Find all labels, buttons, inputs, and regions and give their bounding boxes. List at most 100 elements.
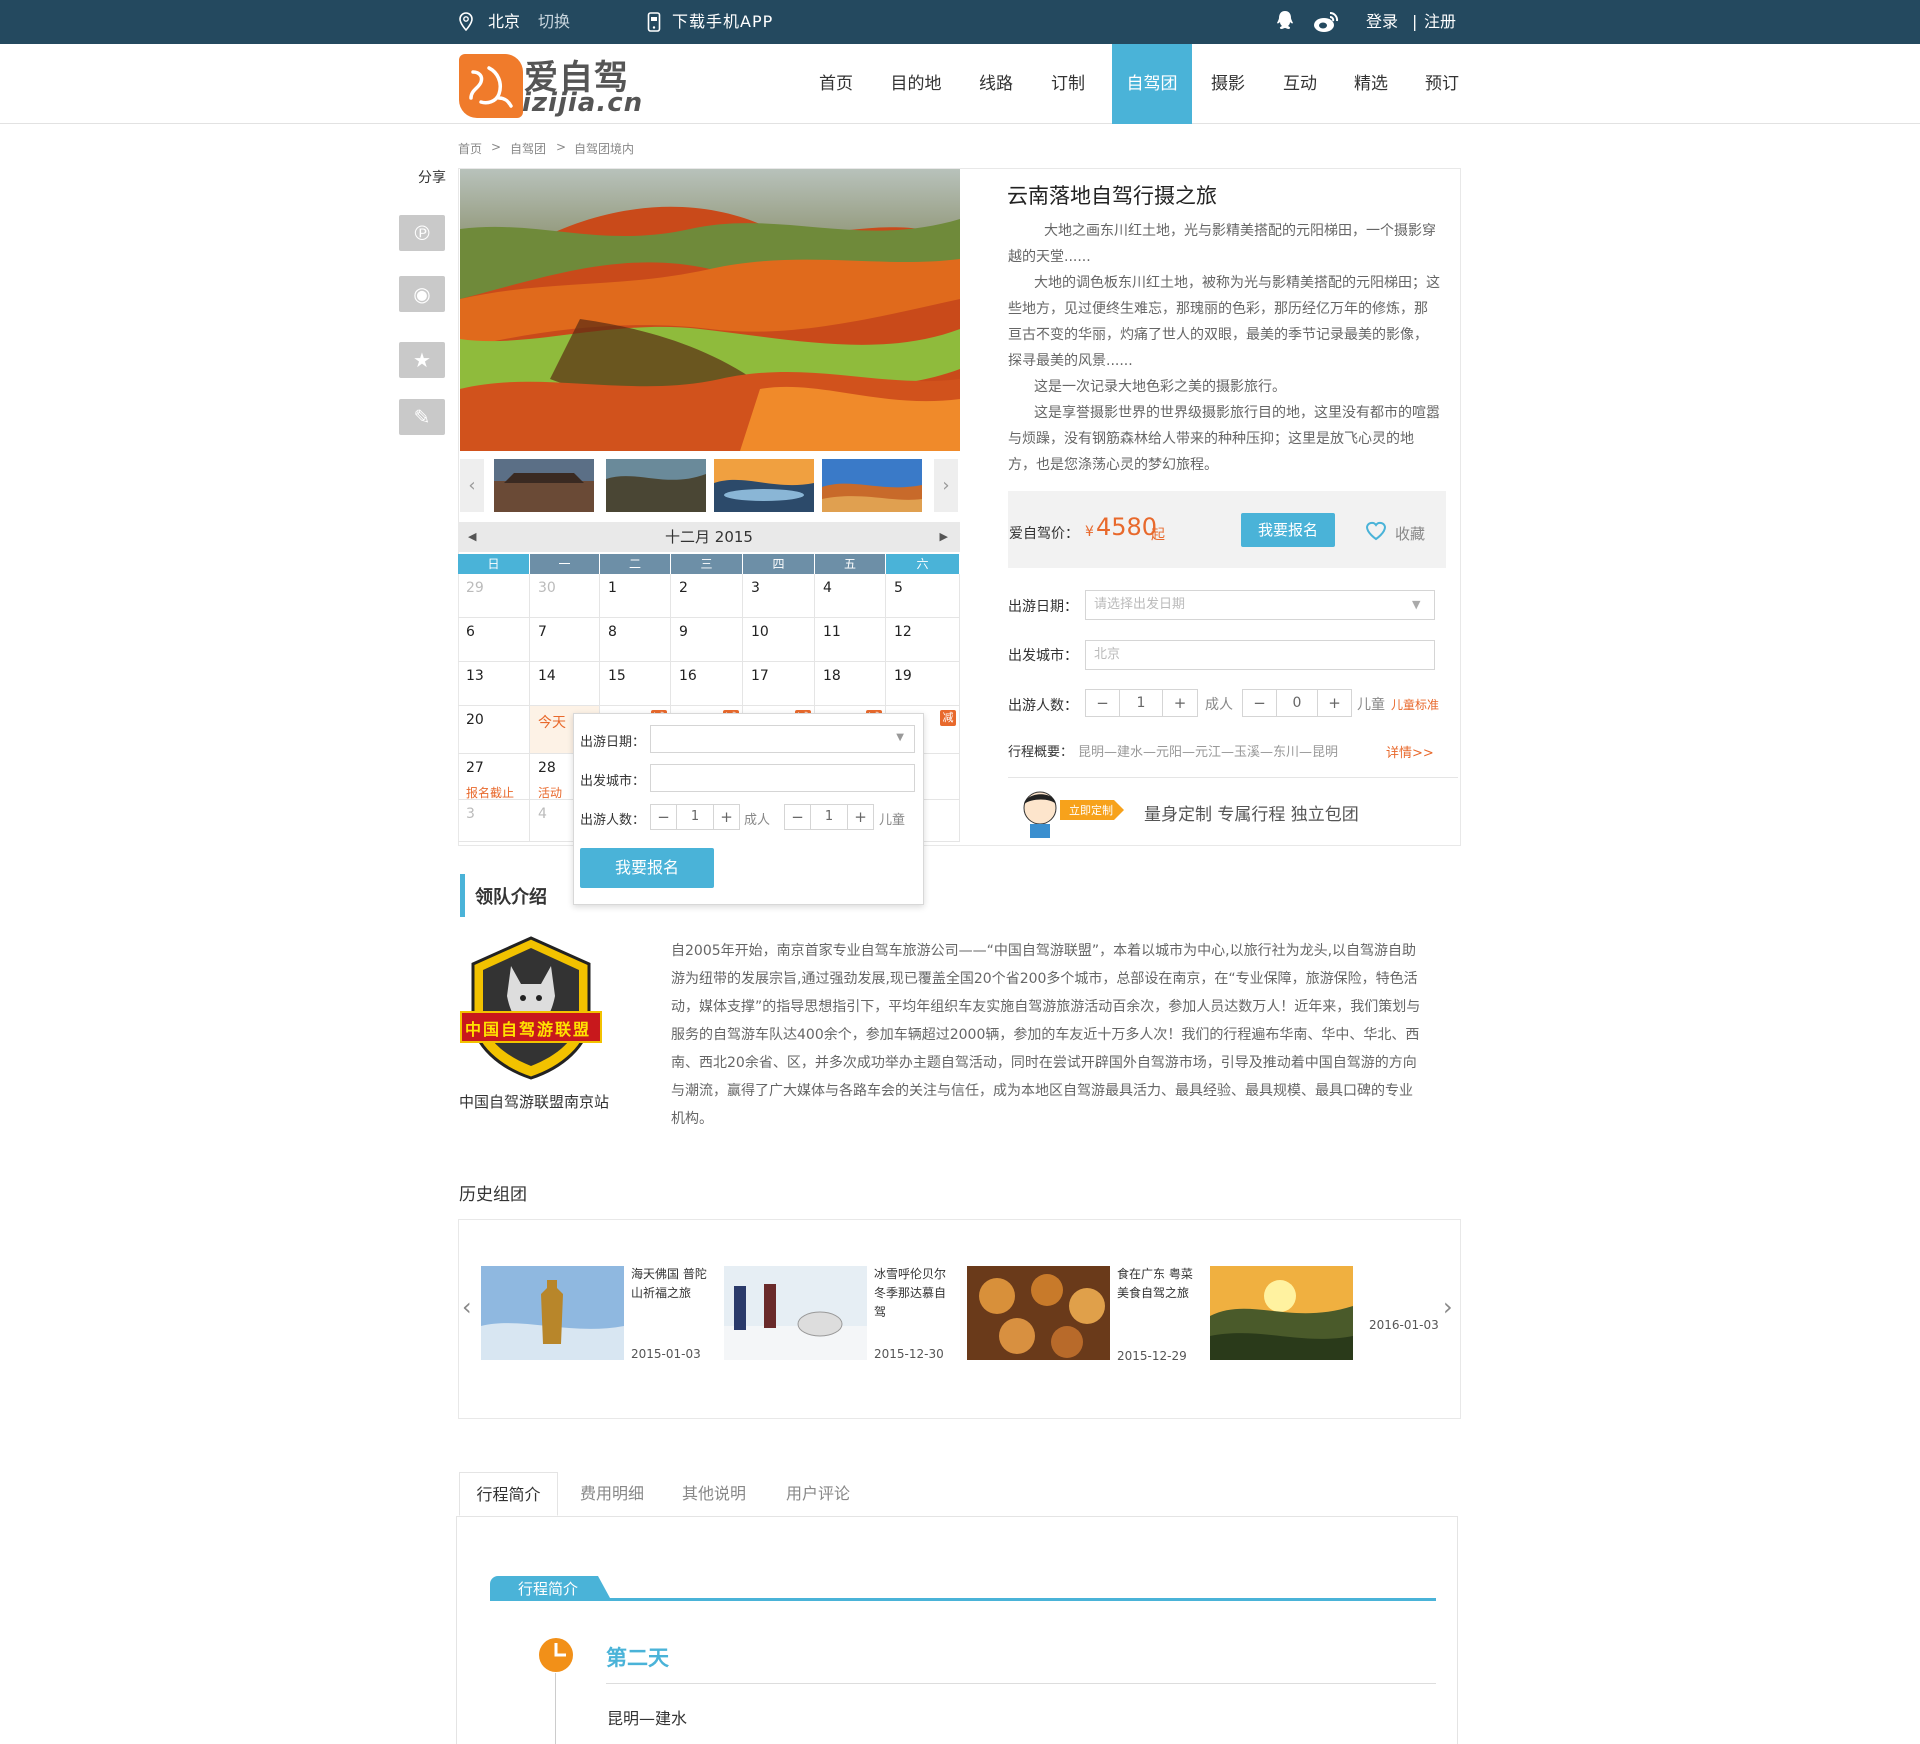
nav-interaction[interactable]: 互动	[1270, 44, 1330, 124]
history-item-name[interactable]: 食在广东 粤菜美食自驾之旅	[1117, 1265, 1199, 1303]
calendar-day[interactable]: 27 报名截止	[458, 754, 530, 800]
logo-text-en[interactable]: izijia.cn	[522, 88, 643, 118]
history-next-arrow[interactable]: ›	[1443, 1293, 1453, 1321]
share-favorite-star-icon[interactable]: ★	[399, 342, 445, 378]
login-link[interactable]: 登录	[1366, 0, 1398, 44]
minus-icon[interactable]: −	[651, 805, 677, 829]
history-prev-arrow[interactable]: ‹	[462, 1293, 472, 1321]
main-photo-red-earth	[460, 169, 960, 451]
history-item-name[interactable]: 冰雪呼伦贝尔 冬季那达慕自驾	[874, 1265, 956, 1322]
nav-featured[interactable]: 精选	[1341, 44, 1401, 124]
thumbnail-4[interactable]	[822, 459, 922, 512]
nav-photography[interactable]: 摄影	[1198, 44, 1258, 124]
switch-city-link[interactable]: 切换	[538, 0, 570, 44]
calendar-day[interactable]: 2	[671, 574, 743, 618]
minus-icon[interactable]: −	[1243, 690, 1277, 716]
favorite-label[interactable]: 收藏	[1395, 523, 1425, 544]
breadcrumb-group[interactable]: 自驾团	[510, 140, 546, 157]
popup-city-label: 出发城市：	[580, 774, 646, 789]
tab-other-notes[interactable]: 其他说明	[668, 1472, 760, 1516]
calendar-day[interactable]: 16	[671, 662, 743, 706]
calendar-day[interactable]: 17	[743, 662, 815, 706]
calendar-day[interactable]: 1	[600, 574, 671, 618]
signup-button[interactable]: 我要报名	[1241, 513, 1335, 547]
plus-icon[interactable]: +	[1162, 690, 1197, 716]
history-image-3[interactable]	[967, 1266, 1110, 1360]
thumbnail-2[interactable]	[606, 459, 706, 512]
plus-icon[interactable]: +	[1317, 690, 1351, 716]
share-tencent-icon[interactable]: ℗	[399, 215, 445, 251]
plus-icon[interactable]: +	[713, 805, 739, 829]
adult-count[interactable]: 1	[1120, 690, 1162, 716]
calendar-day[interactable]: 12	[886, 618, 960, 662]
calendar-day[interactable]: 6	[458, 618, 530, 662]
child-count[interactable]: 0	[1277, 690, 1317, 716]
popup-date-select[interactable]: ▼	[650, 725, 915, 753]
calendar-day[interactable]: 15	[600, 662, 671, 706]
popup-child-stepper[interactable]: − 1 +	[784, 804, 874, 830]
thumbnail-1[interactable]	[494, 459, 594, 512]
nav-route[interactable]: 线路	[966, 44, 1026, 124]
calendar-day[interactable]: 30	[530, 574, 600, 618]
download-app-link[interactable]: 下载手机APP	[672, 0, 773, 44]
customize-badge[interactable]: 立即定制	[1069, 802, 1113, 818]
current-city: 北京	[488, 12, 521, 31]
heart-icon[interactable]	[1364, 519, 1388, 541]
share-weibo-icon[interactable]: ◉	[399, 276, 445, 312]
child-stepper[interactable]: − 0 +	[1242, 689, 1352, 717]
plus-icon[interactable]: +	[847, 805, 873, 829]
weibo-icon[interactable]	[1312, 10, 1340, 34]
clock-icon	[539, 1638, 573, 1672]
logo-mark[interactable]	[459, 54, 523, 118]
calendar-day[interactable]: 3	[458, 800, 530, 842]
thumbnail-3[interactable]	[714, 459, 814, 512]
customize-slogan[interactable]: 量身定制 专属行程 独立包团	[1144, 800, 1359, 825]
child-standard-link[interactable]: 儿童标准	[1391, 696, 1439, 713]
calendar-day[interactable]: 19	[886, 662, 960, 706]
minus-icon[interactable]: −	[785, 805, 811, 829]
departure-date-select[interactable]: 请选择出发日期	[1085, 590, 1435, 620]
history-image-1[interactable]	[481, 1266, 624, 1360]
popup-signup-button[interactable]: 我要报名	[580, 848, 714, 888]
history-image-2[interactable]	[724, 1266, 867, 1360]
calendar-day[interactable]: 10	[743, 618, 815, 662]
calendar-day[interactable]: 7	[530, 618, 600, 662]
tab-itinerary[interactable]: 行程简介	[459, 1472, 558, 1516]
nav-custom[interactable]: 订制	[1038, 44, 1098, 124]
popup-adult-stepper[interactable]: − 1 +	[650, 804, 740, 830]
thumb-next-arrow[interactable]: ›	[934, 459, 958, 512]
popup-adult-count[interactable]: 1	[677, 805, 713, 829]
popup-child-count[interactable]: 1	[811, 805, 847, 829]
share-izijia-icon[interactable]: ✎	[399, 399, 445, 435]
calendar-day[interactable]: 8	[600, 618, 671, 662]
qq-icon[interactable]	[1274, 9, 1296, 33]
adult-stepper[interactable]: − 1 +	[1085, 689, 1198, 717]
calendar-prev-month[interactable]: ◀	[468, 522, 476, 552]
breadcrumb-home[interactable]: 首页	[458, 140, 482, 157]
calendar-day[interactable]: 18	[815, 662, 886, 706]
calendar-day[interactable]: 13	[458, 662, 530, 706]
thumb-prev-arrow[interactable]: ‹	[460, 459, 484, 512]
nav-booking[interactable]: 预订	[1412, 44, 1472, 124]
tab-user-reviews[interactable]: 用户评论	[772, 1472, 864, 1516]
route-detail-link[interactable]: 详情>>	[1386, 742, 1434, 761]
calendar-day[interactable]: 20	[458, 706, 530, 754]
tab-fee-details[interactable]: 费用明细	[566, 1472, 658, 1516]
minus-icon[interactable]: −	[1086, 690, 1120, 716]
calendar-day[interactable]: 11	[815, 618, 886, 662]
departure-city-input[interactable]: 北京	[1085, 640, 1435, 670]
popup-city-input[interactable]	[650, 764, 915, 792]
nav-self-drive-group[interactable]: 自驾团	[1112, 44, 1192, 124]
nav-destination[interactable]: 目的地	[882, 44, 950, 124]
calendar-day[interactable]: 14	[530, 662, 600, 706]
nav-home[interactable]: 首页	[806, 44, 866, 124]
calendar-day[interactable]: 29	[458, 574, 530, 618]
calendar-day[interactable]: 5	[886, 574, 960, 618]
history-item-name[interactable]: 海天佛国 普陀山祈福之旅	[631, 1265, 713, 1303]
register-link[interactable]: 注册	[1424, 0, 1456, 44]
calendar-next-month[interactable]: ▶	[940, 522, 948, 552]
history-image-4[interactable]	[1210, 1266, 1353, 1360]
calendar-day[interactable]: 9	[671, 618, 743, 662]
calendar-day[interactable]: 4	[815, 574, 886, 618]
calendar-day[interactable]: 3	[743, 574, 815, 618]
